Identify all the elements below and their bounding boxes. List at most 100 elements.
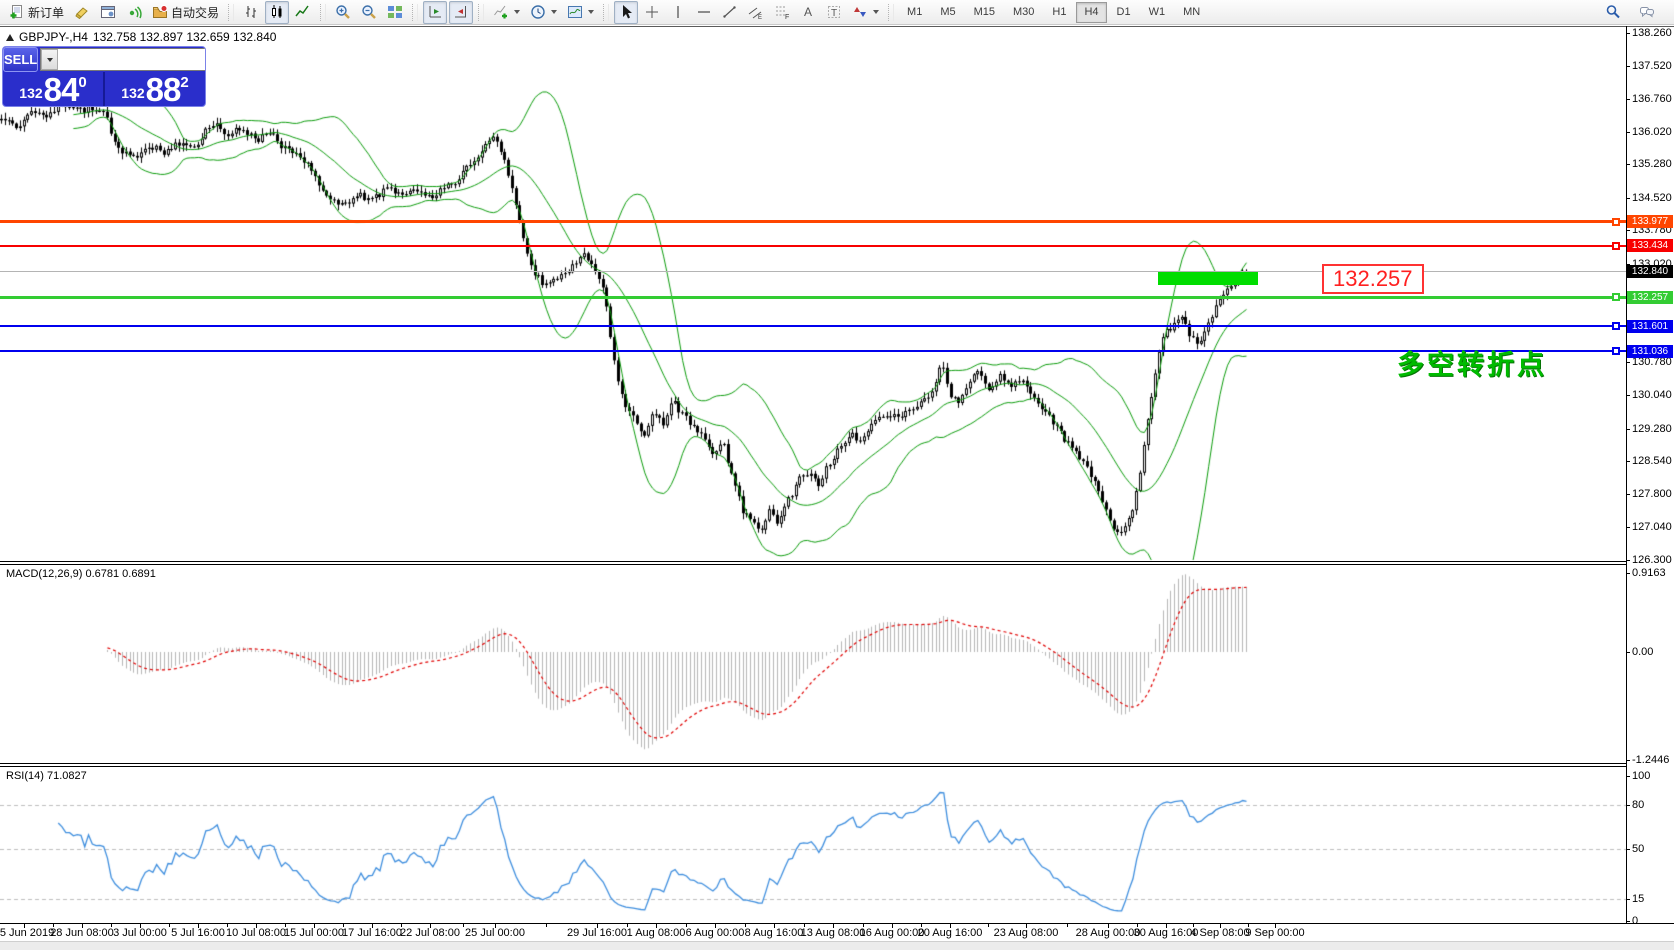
candle-chart-button[interactable]: [265, 1, 289, 24]
buy-price-display[interactable]: 132882: [105, 72, 205, 106]
time-axis-tick: [546, 924, 547, 927]
auto-scroll-button[interactable]: [423, 1, 447, 24]
toolbar-item-label: H1: [1052, 6, 1066, 18]
blue-support-line-2-price-label: 131.036: [1627, 345, 1673, 358]
sell-price-display[interactable]: 132840: [3, 72, 105, 106]
zoom-in-button[interactable]: [331, 1, 355, 24]
arrows-button[interactable]: [848, 1, 883, 24]
price-axis-tick: [1626, 461, 1630, 462]
toolbar-item-label: D1: [1117, 6, 1131, 18]
volume-input[interactable]: [58, 49, 206, 70]
periods-button[interactable]: [526, 1, 561, 24]
rsi-label: RSI(14) 71.0827: [6, 770, 87, 782]
price-chart-canvas[interactable]: [0, 26, 1626, 923]
tf-m30[interactable]: M30: [1005, 2, 1042, 23]
signals-button[interactable]: [122, 1, 146, 24]
bar-chart-button[interactable]: [239, 1, 263, 24]
tf-w1[interactable]: W1: [1141, 2, 1174, 23]
docplus-icon: [9, 4, 25, 20]
green-support-line-handle[interactable]: [1612, 293, 1620, 301]
volume-decrease-button[interactable]: [41, 49, 58, 70]
blue-support-line-2[interactable]: [0, 350, 1626, 352]
toolbar-separator: [228, 4, 234, 21]
blue-support-line-1[interactable]: [0, 325, 1626, 327]
templates-button[interactable]: [563, 1, 598, 24]
time-axis-tick: [111, 924, 112, 927]
orange-resistance-line[interactable]: [0, 220, 1626, 223]
text-button[interactable]: A: [796, 1, 820, 24]
dropdown-caret-icon: [514, 10, 520, 14]
price-axis-label: 137.520: [1632, 60, 1672, 72]
vline-icon: [670, 4, 686, 20]
hline-icon: [696, 4, 712, 20]
new-order-button[interactable]: 新订单: [5, 1, 68, 24]
text-label-button[interactable]: T: [822, 1, 846, 24]
blue-support-line-2-handle[interactable]: [1612, 347, 1620, 355]
price-axis-label: 136.020: [1632, 126, 1672, 138]
time-axis-tick: [833, 924, 834, 928]
tf-m5[interactable]: M5: [932, 2, 963, 23]
price-callout-box[interactable]: 132.257: [1322, 264, 1424, 294]
search-button[interactable]: [1601, 1, 1625, 24]
tf-m15[interactable]: M15: [966, 2, 1003, 23]
chat-button[interactable]: [1635, 1, 1659, 24]
toolbar-item-label: M15: [974, 6, 995, 18]
rsi-axis-label: 50: [1632, 843, 1644, 855]
trendline-button[interactable]: [718, 1, 742, 24]
crosshair-button[interactable]: [640, 1, 664, 24]
time-axis-tick: [1220, 924, 1221, 928]
time-axis-tick: [463, 924, 464, 927]
time-axis-label: 22 Jul 08:00: [400, 927, 460, 939]
time-axis-label: 25 Jul 00:00: [465, 927, 525, 939]
blue-support-line-1-handle[interactable]: [1612, 322, 1620, 330]
price-axis-tick: [1626, 429, 1630, 430]
time-axis-label: 20 Aug 16:00: [918, 927, 983, 939]
autotrading-button[interactable]: 自动交易: [148, 1, 223, 24]
tf-m1[interactable]: M1: [899, 2, 930, 23]
channel-button[interactable]: E: [744, 1, 768, 24]
vertical-line-button[interactable]: [666, 1, 690, 24]
rsi-panel-divider[interactable]: [0, 763, 1626, 767]
rsi-axis-label: 80: [1632, 799, 1644, 811]
trend-icon: [722, 4, 738, 20]
tf-d1[interactable]: D1: [1109, 2, 1139, 23]
price-axis-label: 126.300: [1632, 554, 1672, 566]
red-resistance-line[interactable]: [0, 245, 1626, 247]
textA-icon: A: [800, 4, 816, 20]
green-support-line[interactable]: [0, 296, 1626, 299]
chart-shift-button[interactable]: [449, 1, 473, 24]
dropdown-caret-icon: [588, 10, 594, 14]
tf-mn[interactable]: MN: [1175, 2, 1208, 23]
price-axis-label: 127.040: [1632, 521, 1672, 533]
indicators-button[interactable]: [489, 1, 524, 24]
fibonacci-button[interactable]: F: [770, 1, 794, 24]
tf-h4[interactable]: H4: [1076, 2, 1106, 23]
cursor-button[interactable]: [614, 1, 638, 24]
macd-axis-tick: [1626, 760, 1630, 761]
tile-windows-button[interactable]: [383, 1, 407, 24]
time-axis-label: 29 Jul 16:00: [567, 927, 627, 939]
horizontal-line-button[interactable]: [692, 1, 716, 24]
sell-button[interactable]: SELL: [3, 47, 38, 72]
price-axis-label: 130.780: [1632, 356, 1672, 368]
zoom-out-button[interactable]: [357, 1, 381, 24]
time-axis-tick: [169, 924, 170, 927]
orange-resistance-line-handle[interactable]: [1612, 218, 1620, 226]
turning-point-annotation[interactable]: 多空转折点: [1397, 343, 1547, 382]
red-resistance-line-price-label: 133.434: [1627, 239, 1673, 252]
eraser-button[interactable]: [70, 1, 94, 24]
highlight-rectangle[interactable]: [1158, 272, 1258, 285]
macd-label: MACD(12,26,9) 0.6781 0.6891: [6, 568, 156, 580]
profiles-button[interactable]: [96, 1, 120, 24]
rsi-axis-label: 0: [1632, 915, 1638, 927]
line-chart-button[interactable]: [291, 1, 315, 24]
tiles-icon: [387, 4, 403, 20]
red-resistance-line-handle[interactable]: [1612, 242, 1620, 250]
macd-axis-label: 0.00: [1632, 646, 1653, 658]
price-axis-tick: [1626, 198, 1630, 199]
tf-h1[interactable]: H1: [1044, 2, 1074, 23]
macd-panel-divider[interactable]: [0, 561, 1626, 565]
time-axis-label: 16 Aug 00:00: [860, 927, 925, 939]
time-axis-tick: [1067, 924, 1068, 927]
svg-text:F: F: [785, 14, 789, 20]
